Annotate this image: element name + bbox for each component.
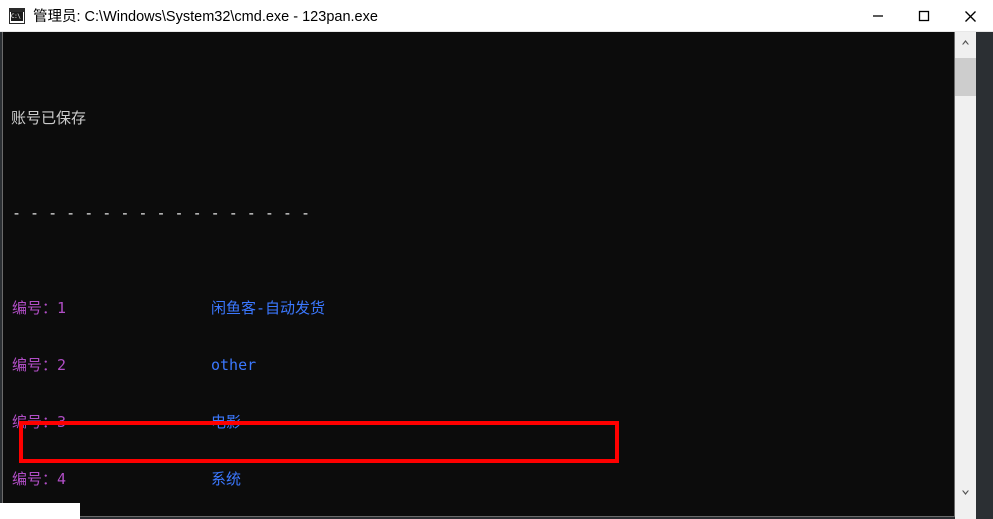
- scroll-up-arrow-icon[interactable]: [955, 32, 976, 53]
- maximize-button[interactable]: [901, 0, 947, 32]
- account-name: 电影: [211, 413, 242, 431]
- scroll-down-arrow-icon[interactable]: [955, 482, 976, 503]
- account-name: 闲鱼客-自动发货: [211, 299, 326, 317]
- title-bar[interactable]: 管理员: C:\Windows\System32\cmd.exe - 123pa…: [0, 0, 993, 32]
- window-right-frame: [976, 32, 993, 519]
- account-name: 系统: [211, 470, 242, 488]
- console-terminal[interactable]: 账号已保存 - - - - - - - - - - - - - - - - - …: [2, 32, 955, 517]
- terminal-line: - - - - - - - - - - - - - - - - -: [11, 204, 951, 223]
- account-name: other: [211, 356, 257, 374]
- vertical-scrollbar[interactable]: [955, 32, 976, 519]
- account-list-item: 编号：2 other: [11, 356, 951, 375]
- status-text: 账号已保存: [11, 109, 87, 127]
- account-list-item: 编号：3 电影: [11, 413, 951, 432]
- console-text-buffer: 账号已保存 - - - - - - - - - - - - - - - - - …: [11, 33, 951, 516]
- account-index-label: 编号：2: [12, 356, 67, 374]
- window-title: 管理员: C:\Windows\System32\cmd.exe - 123pa…: [33, 9, 378, 25]
- scrollbar-thumb[interactable]: [955, 58, 976, 96]
- minimize-button[interactable]: [855, 0, 901, 32]
- console-outer-frame: 账号已保存 - - - - - - - - - - - - - - - - - …: [0, 32, 993, 519]
- terminal-line: 账号已保存: [11, 109, 951, 128]
- account-list-item: 编号：4 系统: [11, 470, 951, 489]
- account-index-label: 编号：3: [12, 413, 67, 431]
- close-button[interactable]: [947, 0, 993, 32]
- account-list-item: 编号：1 闲鱼客-自动发货: [11, 299, 951, 318]
- window-bottom-left-frame: [0, 503, 80, 519]
- account-index-label: 编号：1: [12, 299, 67, 317]
- cmd-window: 管理员: C:\Windows\System32\cmd.exe - 123pa…: [0, 0, 993, 519]
- window-controls: [855, 0, 993, 32]
- separator-line: - - - - - - - - - - - - - - - - -: [12, 204, 311, 222]
- cmd-console-icon: [9, 7, 25, 24]
- account-index-label: 编号：4: [12, 470, 67, 488]
